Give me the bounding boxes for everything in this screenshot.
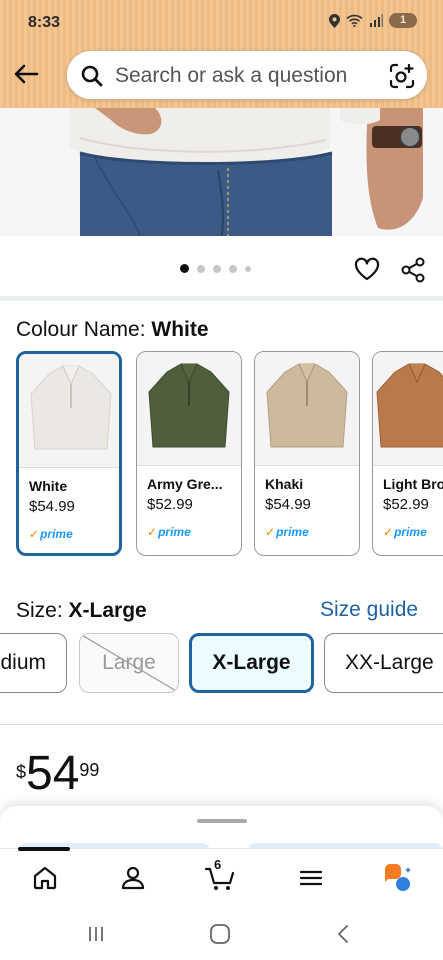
share-icon[interactable]	[401, 257, 425, 283]
carousel-dots	[180, 264, 251, 273]
swatch-name: White	[29, 478, 68, 494]
price-whole: 54	[26, 747, 80, 800]
carousel-dot[interactable]	[180, 264, 189, 273]
signal-icon	[370, 14, 383, 27]
prime-badge: ✓prime	[383, 525, 427, 539]
size-heading: Size: X-Large	[16, 599, 147, 623]
swatch-image	[373, 352, 443, 466]
account-icon[interactable]	[118, 863, 148, 893]
swatch-price: $54.99	[29, 498, 75, 515]
bottom-navigation: 6	[0, 847, 443, 906]
section-divider	[0, 296, 443, 301]
colour-label: Colour Name:	[16, 318, 152, 341]
prime-badge: ✓prime	[147, 525, 191, 539]
home-icon[interactable]	[30, 863, 60, 893]
prime-label: prime	[40, 527, 73, 541]
menu-icon[interactable]	[296, 863, 326, 893]
system-navigation	[0, 906, 443, 960]
location-icon	[329, 13, 340, 28]
size-option-x-large[interactable]: X-Large	[189, 633, 314, 693]
prime-badge: ✓prime	[265, 525, 309, 539]
battery-icon: 1	[389, 13, 417, 28]
product-image[interactable]	[0, 108, 443, 236]
system-back-icon[interactable]	[335, 924, 351, 944]
heart-icon[interactable]	[354, 257, 380, 281]
size-option-xx-large[interactable]: XX-Large	[324, 633, 443, 693]
cart-button[interactable]: 6	[204, 857, 240, 893]
product-price: $ 54 99	[16, 748, 99, 800]
swatch-name: Khaki	[265, 476, 304, 492]
size-option-label: XX-Large	[345, 651, 434, 674]
size-guide-link[interactable]: Size guide	[320, 598, 418, 622]
prime-label: prime	[276, 525, 309, 539]
screen: 8:33 1 Search or ask a question Colour N…	[0, 0, 443, 960]
colour-selected-value: White	[151, 318, 209, 341]
colour-option-army-green[interactable]: Army Gre... $52.99 ✓prime	[136, 351, 242, 556]
prime-label: prime	[394, 525, 427, 539]
sheet-drag-handle[interactable]	[197, 819, 247, 823]
swatch-name: Army Gre...	[147, 476, 223, 492]
wifi-icon	[346, 14, 363, 27]
swatch-image	[137, 352, 241, 466]
status-icons: 1	[329, 13, 417, 28]
swatch-price: $54.99	[265, 496, 311, 513]
search-bar[interactable]: Search or ask a question	[66, 50, 428, 100]
swatch-image	[19, 354, 119, 468]
section-divider	[0, 724, 443, 725]
cart-count: 6	[214, 857, 222, 872]
carousel-dot[interactable]	[245, 265, 251, 272]
back-arrow-icon[interactable]	[12, 62, 40, 86]
carousel-dot[interactable]	[197, 264, 205, 273]
prime-label: prime	[158, 525, 191, 539]
size-label: Size:	[16, 599, 69, 622]
colour-option-khaki[interactable]: Khaki $54.99 ✓prime	[254, 351, 360, 556]
status-time: 8:33	[28, 14, 61, 31]
size-option-label: X-Large	[212, 651, 291, 674]
carousel-dot[interactable]	[229, 264, 237, 273]
unavailable-strike	[80, 634, 178, 692]
camera-lens-icon[interactable]	[389, 63, 415, 89]
cart-icon	[204, 867, 235, 890]
prime-badge: ✓prime	[29, 527, 73, 541]
swatch-image	[255, 352, 359, 466]
colour-option-light-brown[interactable]: Light Bro $52.99 ✓prime	[372, 351, 443, 556]
price-fraction: 99	[79, 760, 100, 780]
size-option-medium[interactable]: dium	[0, 633, 67, 693]
search-icon	[81, 65, 103, 87]
rufus-icon[interactable]	[382, 863, 412, 893]
swatch-name: Light Bro	[383, 476, 443, 492]
size-option-large[interactable]: Large	[79, 633, 179, 693]
size-option-label: dium	[0, 651, 46, 674]
recent-apps-icon[interactable]	[86, 924, 106, 944]
swatch-price: $52.99	[383, 496, 429, 513]
header-bar: 8:33 1 Search or ask a question	[0, 0, 443, 108]
colour-heading: Colour Name: White	[16, 318, 209, 342]
product-photo	[0, 108, 443, 236]
swatch-price: $52.99	[147, 496, 193, 513]
size-selected-value: X-Large	[68, 599, 147, 622]
active-tab-indicator	[18, 847, 70, 851]
colour-option-white[interactable]: White $54.99 ✓prime	[16, 351, 122, 556]
home-button-icon[interactable]	[209, 924, 231, 944]
search-input[interactable]: Search or ask a question	[115, 64, 347, 88]
carousel-dot[interactable]	[213, 264, 221, 273]
price-currency: $	[16, 762, 27, 782]
